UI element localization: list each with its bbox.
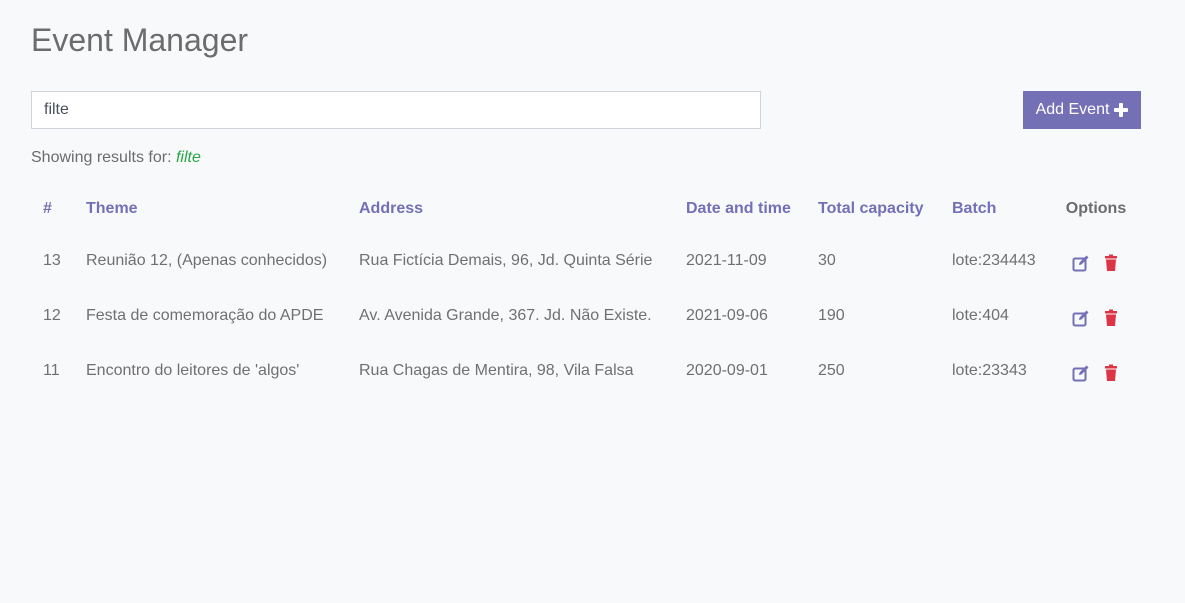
edit-icon[interactable] — [1071, 308, 1091, 328]
page-title: Event Manager — [31, 22, 249, 58]
event-manager-app: Event Manager Add Event Showing results … — [0, 0, 1185, 603]
trash-icon[interactable] — [1101, 308, 1121, 328]
add-event-label: Add Event — [1035, 101, 1110, 118]
edit-icon[interactable] — [1071, 363, 1091, 383]
column-header-options: Options — [1065, 200, 1127, 217]
results-term: filte — [175, 149, 201, 166]
results-summary: Showing results for: filte — [31, 148, 201, 168]
cell-theme: Encontro do leitores de 'algos' — [86, 361, 300, 379]
cell-theme: Reunião 12, (Apenas conhecidos) — [86, 251, 328, 269]
cell-batch: lote:23343 — [952, 361, 1027, 379]
column-header-theme[interactable]: Theme — [74, 185, 347, 233]
column-header-capacity[interactable]: Total capacity — [806, 185, 940, 233]
trash-icon[interactable] — [1101, 253, 1121, 273]
column-header-id[interactable]: # — [31, 185, 74, 233]
cell-options — [1051, 288, 1141, 343]
cell-capacity: 30 — [818, 251, 836, 269]
cell-id: 12 — [43, 306, 61, 324]
cell-date: 2021-11-09 — [686, 251, 767, 269]
events-table: # Theme Address Date and time Total capa… — [31, 185, 1141, 398]
table-row: 13 Reunião 12, (Apenas conhecidos) Rua F… — [31, 233, 1141, 288]
cell-date: 2021-09-06 — [686, 306, 768, 324]
column-header-address[interactable]: Address — [347, 185, 674, 233]
cell-id: 11 — [43, 361, 60, 379]
cell-date: 2020-09-01 — [686, 361, 768, 379]
cell-theme: Festa de comemoração do APDE — [86, 306, 324, 324]
cell-options — [1051, 233, 1141, 288]
plus-icon — [1114, 103, 1129, 117]
table-header-row: # Theme Address Date and time Total capa… — [31, 185, 1141, 233]
cell-options — [1051, 343, 1141, 398]
trash-icon[interactable] — [1101, 363, 1121, 383]
column-header-batch[interactable]: Batch — [940, 185, 1051, 233]
cell-address: Av. Avenida Grande, 367. Jd. Não Existe. — [359, 306, 652, 324]
column-header-date[interactable]: Date and time — [674, 185, 806, 233]
search-input[interactable] — [31, 91, 761, 129]
edit-icon[interactable] — [1071, 253, 1091, 273]
cell-batch: lote:404 — [952, 306, 1009, 324]
table-row: 12 Festa de comemoração do APDE Av. Aven… — [31, 288, 1141, 343]
cell-address: Rua Chagas de Mentira, 98, Vila Falsa — [359, 361, 634, 379]
cell-capacity: 250 — [818, 361, 845, 379]
add-event-button[interactable]: Add Event — [1023, 91, 1141, 129]
table-row: 11 Encontro do leitores de 'algos' Rua C… — [31, 343, 1141, 398]
cell-capacity: 190 — [818, 306, 845, 324]
results-prefix: Showing results for: — [31, 149, 172, 166]
cell-batch: lote:234443 — [952, 251, 1036, 269]
cell-address: Rua Fictícia Demais, 96, Jd. Quinta Séri… — [359, 251, 653, 269]
cell-id: 13 — [43, 251, 61, 269]
